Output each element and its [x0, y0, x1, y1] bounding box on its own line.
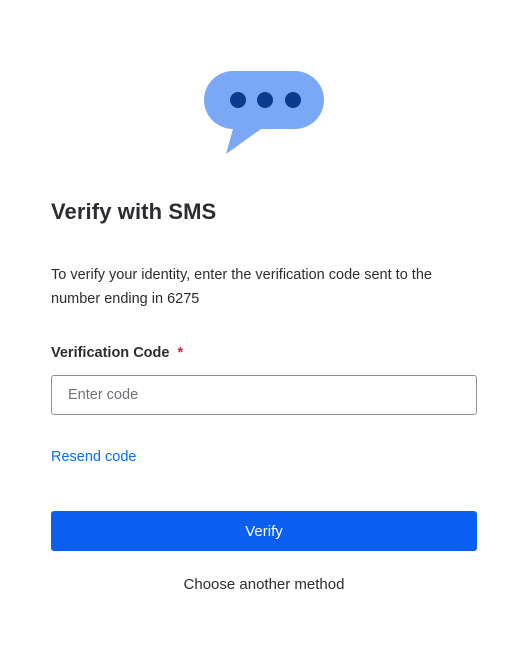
verify-button[interactable]: Verify — [51, 511, 477, 551]
dot-1 — [230, 92, 246, 108]
verification-code-label-text: Verification Code — [51, 345, 170, 361]
page-title: Verify with SMS — [51, 199, 217, 224]
verification-description: To verify your identity, enter the verif… — [51, 267, 432, 307]
verification-code-input[interactable] — [51, 375, 477, 415]
dot-3 — [285, 92, 301, 108]
resend-code-link[interactable]: Resend code — [51, 449, 136, 465]
required-marker: * — [177, 345, 184, 361]
sms-chat-bubble-icon — [204, 71, 324, 154]
chat-bubble-shape — [204, 71, 324, 154]
verification-code-label: Verification Code * — [51, 345, 183, 361]
choose-another-method-link[interactable]: Choose another method — [51, 576, 477, 593]
dot-2 — [257, 92, 273, 108]
